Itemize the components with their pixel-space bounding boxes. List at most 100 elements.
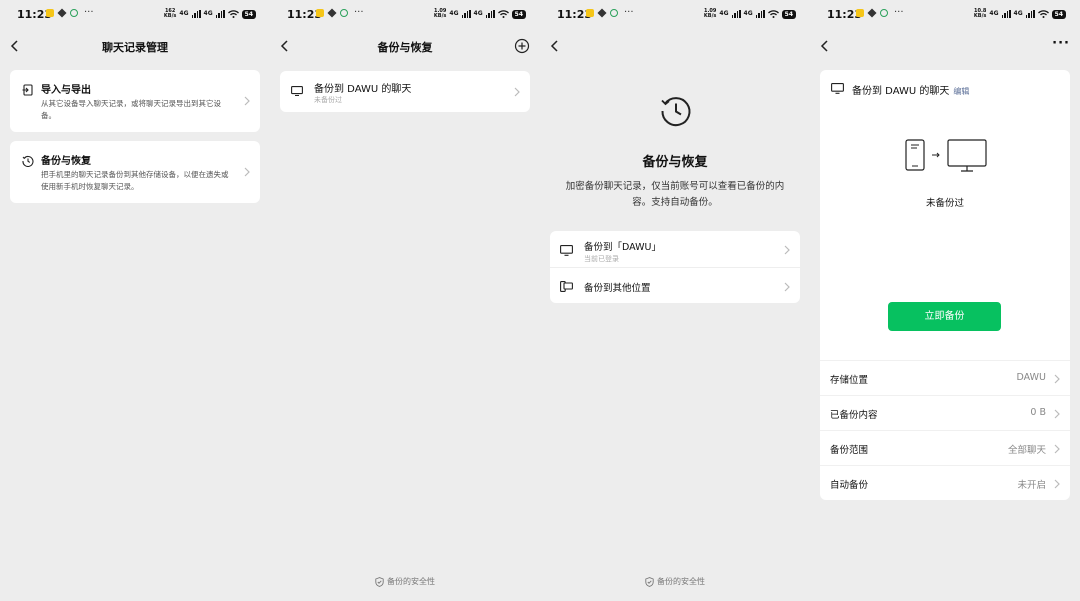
notification-icon (586, 9, 594, 17)
nav-bar: ··· (810, 34, 1080, 58)
signal-icon (755, 10, 765, 18)
option-backup-other-location[interactable]: 备份到其他位置 (550, 267, 800, 303)
option-title: 备份到「DAWU」 (584, 242, 661, 253)
backup-target-title: 备份到 DAWU 的聊天 (852, 86, 950, 97)
chevron-right-icon (1054, 444, 1060, 454)
notification-icons: ··· (46, 8, 94, 18)
setting-label: 存储位置 (830, 375, 869, 386)
signal-icon (1001, 10, 1011, 18)
setting-value: 0 B (1030, 407, 1046, 418)
menu-item-title: 备份与恢复 (41, 156, 91, 167)
notification-icon (880, 9, 888, 17)
notification-icon (597, 8, 607, 18)
history-icon (22, 155, 34, 167)
screen-backup-list: 11:23 ··· 1.09 KB/s 4G 4G 54 备份与恢复 备份到 DA… (270, 0, 540, 601)
setting-value: DAWU (1016, 372, 1046, 383)
screen-chat-history-management: 11:23 ··· 162 KB/s 4G 4G 54 聊天记录管理 导入与导出 … (0, 0, 270, 601)
setting-backup-scope[interactable]: 备份范围 全部聊天 (820, 430, 1070, 465)
menu-item-import-export[interactable]: 导入与导出 从其它设备导入聊天记录，或将聊天记录导出到其它设备。 (10, 70, 260, 132)
security-link[interactable]: 备份的安全性 (540, 576, 810, 587)
monitor-icon (560, 245, 573, 256)
notification-icons: ··· (316, 8, 364, 18)
wifi-icon (497, 10, 509, 18)
signal-icon (1025, 10, 1035, 18)
setting-label: 备份范围 (830, 445, 869, 456)
backup-settings: 存储位置 DAWU 已备份内容 0 B 备份范围 全部聊天 自动备份 未开启 (820, 360, 1070, 500)
notification-icon (327, 8, 337, 18)
setting-value: 未开启 (1017, 480, 1046, 491)
setting-backed-up-content[interactable]: 已备份内容 0 B (820, 395, 1070, 430)
monitor-icon (291, 86, 303, 96)
notification-icon (316, 9, 324, 17)
page-title: 聊天记录管理 (102, 41, 168, 54)
import-export-icon (22, 84, 33, 96)
chevron-right-icon (1054, 479, 1060, 489)
chevron-right-icon (244, 167, 250, 177)
wifi-icon (227, 10, 239, 18)
chevron-right-icon (1054, 374, 1060, 384)
chevron-right-icon (244, 96, 250, 106)
backup-status: 未备份过 (925, 198, 964, 209)
screen-backup-intro: 11:23 ··· 1.09 KB/s 4G 4G 54 备份与恢复 加密备份聊天… (540, 0, 810, 601)
setting-value: 全部聊天 (1007, 445, 1046, 456)
notification-icon (46, 9, 54, 17)
notification-icon (856, 9, 864, 17)
back-arrow-icon[interactable] (548, 38, 562, 54)
signal-icon (191, 10, 201, 18)
notification-icon (57, 8, 67, 18)
backup-now-button[interactable]: 立即备份 (888, 302, 1001, 331)
more-icon[interactable]: ··· (1052, 36, 1070, 51)
backup-target-row[interactable]: 备份到 DAWU 的聊天 未备份过 (280, 71, 530, 112)
system-indicators: 162 KB/s 4G 4G 54 (164, 9, 256, 19)
chevron-right-icon (1054, 409, 1060, 419)
battery-indicator: 54 (781, 9, 796, 19)
signal-icon (731, 10, 741, 18)
wifi-icon (767, 10, 779, 18)
signal-icon (215, 10, 225, 18)
menu-item-desc: 把手机里的聊天记录备份到其他存储设备，以便在遗失或使用新手机时恢复聊天记录。 (41, 170, 229, 191)
setting-label: 已备份内容 (830, 410, 878, 421)
backup-status: 未备份过 (314, 96, 342, 104)
shield-icon (645, 576, 654, 587)
system-indicators: 1.09 KB/s 4G 4G 54 (434, 9, 526, 19)
option-title: 备份到其他位置 (584, 283, 651, 294)
system-indicators: 10.8 KB/s 4G 4G 54 (974, 9, 1066, 19)
security-link-label: 备份的安全性 (657, 577, 705, 586)
status-bar: 11:23 ··· 1.09 KB/s 4G 4G 54 (540, 0, 810, 30)
backup-options: 备份到「DAWU」 当前已登录 备份到其他位置 (550, 231, 800, 303)
setting-storage-location[interactable]: 存储位置 DAWU (820, 360, 1070, 395)
notification-icon (70, 9, 78, 17)
signal-icon (485, 10, 495, 18)
network-type: 4G (179, 10, 189, 17)
nav-bar (540, 34, 810, 58)
notification-icon (610, 9, 618, 17)
notification-icon (340, 9, 348, 17)
chevron-right-icon (784, 282, 790, 292)
phone-monitor-icon (560, 281, 573, 292)
add-circle-icon[interactable] (514, 38, 530, 54)
nav-bar: 聊天记录管理 (0, 34, 270, 58)
wifi-icon (1037, 10, 1049, 18)
chevron-right-icon (784, 245, 790, 255)
phone-to-computer-illustration (905, 139, 987, 172)
status-bar: 11:23 ··· 162 KB/s 4G 4G 54 (0, 0, 270, 30)
status-bar: 11:23 ··· 1.09 KB/s 4G 4G 54 (270, 0, 540, 30)
security-link[interactable]: 备份的安全性 (270, 576, 540, 587)
section-heading: 备份与恢复 (642, 155, 708, 170)
clock-restore-icon (661, 97, 691, 127)
setting-auto-backup[interactable]: 自动备份 未开启 (820, 465, 1070, 500)
edit-link[interactable]: 编辑 (953, 87, 969, 96)
option-backup-to-dawu[interactable]: 备份到「DAWU」 当前已登录 (550, 231, 800, 267)
back-arrow-icon[interactable] (818, 38, 832, 54)
signal-icon (461, 10, 471, 18)
system-indicators: 1.09 KB/s 4G 4G 54 (704, 9, 796, 19)
status-bar: 11:23 ··· 10.8 KB/s 4G 4G 54 (810, 0, 1080, 30)
battery-indicator: 54 (241, 9, 256, 19)
backup-detail-card: 备份到 DAWU 的聊天 编辑 未备份过 立即备份 存储位置 DAWU 已备份内容… (820, 70, 1070, 500)
notification-icons: ··· (856, 8, 904, 18)
menu-item-backup-restore[interactable]: 备份与恢复 把手机里的聊天记录备份到其他存储设备，以便在遗失或使用新手机时恢复聊… (10, 141, 260, 203)
security-link-label: 备份的安全性 (387, 577, 435, 586)
notification-icon (867, 8, 877, 18)
menu-item-desc: 从其它设备导入聊天记录，或将聊天记录导出到其它设备。 (41, 99, 221, 120)
nav-bar: 备份与恢复 (270, 34, 540, 58)
